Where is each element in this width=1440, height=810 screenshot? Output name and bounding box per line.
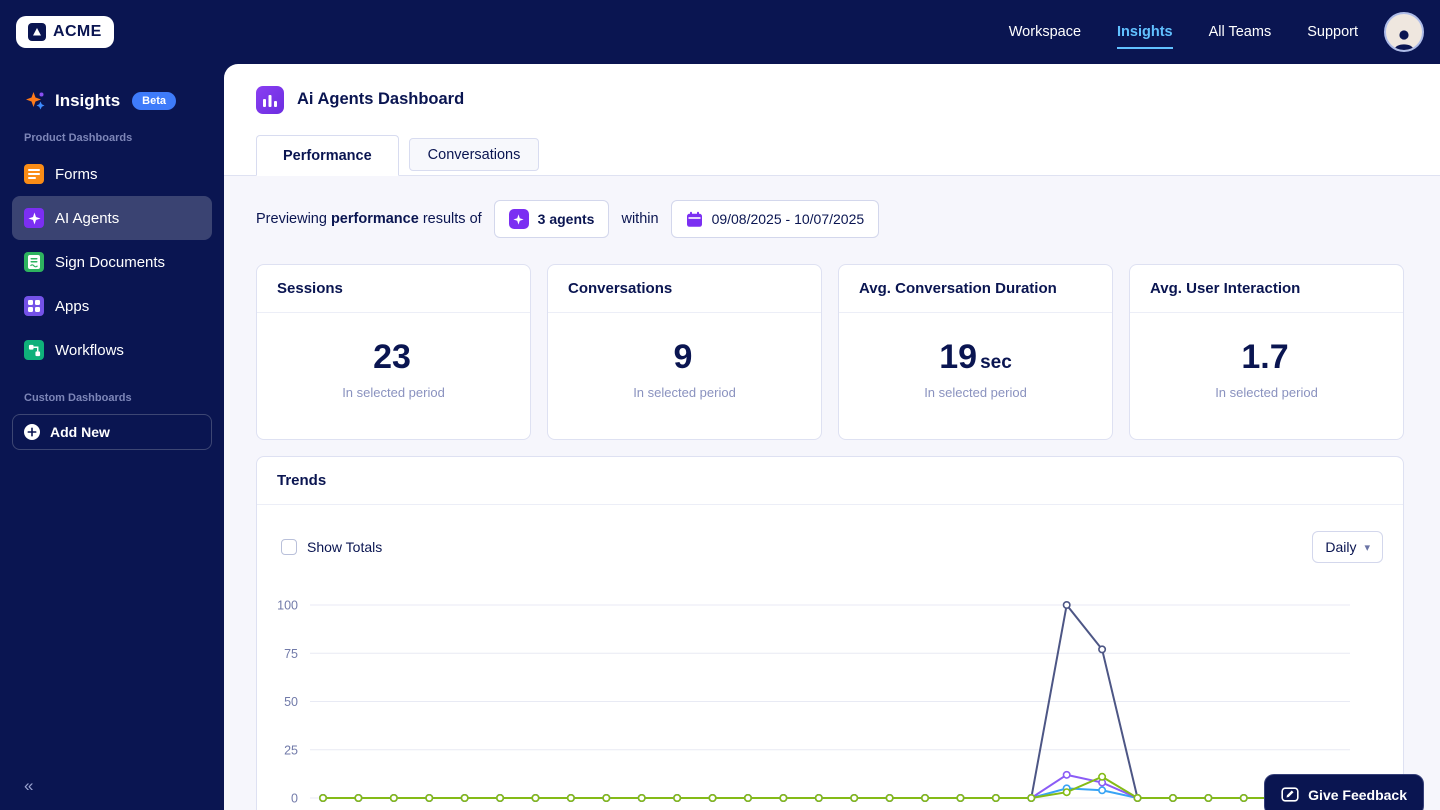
dashboard-title-row: Ai Agents Dashboard xyxy=(224,64,1440,117)
trends-chart: 0 25 50 75 100 xyxy=(277,599,1355,806)
within-label: within xyxy=(621,211,659,227)
series-purple-markers xyxy=(318,770,1355,803)
sidebar-item-ai-agents[interactable]: AI Agents xyxy=(12,196,212,240)
trends-card: Trends Show Totals Daily ▾ 0 25 50 75 100 xyxy=(256,456,1404,810)
topbar: ACME Workspace Insights All Teams Suppor… xyxy=(0,0,1440,64)
main-panel: Ai Agents Dashboard Performance Conversa… xyxy=(224,64,1440,810)
interval-label: Daily xyxy=(1325,539,1357,555)
show-totals-toggle[interactable]: Show Totals xyxy=(281,539,382,555)
ai-agents-icon xyxy=(24,208,44,228)
acme-logo[interactable]: ACME xyxy=(16,16,114,48)
insights-spark-icon xyxy=(26,92,45,110)
stat-caption: In selected period xyxy=(633,385,736,400)
show-totals-label: Show Totals xyxy=(307,539,383,555)
stat-card-conversations: Conversations 9 In selected period xyxy=(547,264,822,440)
sidebar-item-label: Apps xyxy=(55,297,90,315)
preview-text: Previewing performance results of xyxy=(256,211,482,227)
sidebar-title: Insights xyxy=(55,91,121,110)
beta-badge: Beta xyxy=(132,92,177,110)
person-icon xyxy=(1394,30,1414,50)
svg-text:100: 100 xyxy=(277,599,298,613)
trends-controls: Show Totals Daily ▾ xyxy=(257,505,1403,577)
chevron-down-icon: ▾ xyxy=(1364,541,1370,554)
brand-name: ACME xyxy=(53,23,102,40)
sign-documents-icon xyxy=(24,252,44,272)
nav-all-teams[interactable]: All Teams xyxy=(1209,24,1272,40)
sidebar: Insights Beta Product Dashboards Forms A… xyxy=(0,64,224,810)
stat-value: 1.7 xyxy=(1241,338,1289,376)
show-totals-checkbox[interactable] xyxy=(281,539,297,555)
sidebar-item-apps[interactable]: Apps xyxy=(12,284,212,328)
stat-caption: In selected period xyxy=(1215,385,1318,400)
stat-card-title: Avg. Conversation Duration xyxy=(839,265,1112,313)
stat-card-avg-user-interaction: Avg. User Interaction 1.7 In selected pe… xyxy=(1129,264,1404,440)
add-new-label: Add New xyxy=(50,424,110,440)
sidebar-item-label: Sign Documents xyxy=(55,253,166,271)
sidebar-item-workflows[interactable]: Workflows xyxy=(12,328,212,372)
svg-text:75: 75 xyxy=(284,647,298,661)
tab-conversations[interactable]: Conversations xyxy=(408,138,540,171)
sidebar-item-sign-documents[interactable]: Sign Documents xyxy=(12,240,212,284)
page-title: Ai Agents Dashboard xyxy=(297,90,465,108)
plus-icon xyxy=(24,424,40,440)
svg-text:50: 50 xyxy=(284,695,298,709)
filter-row: Previewing performance results of 3 agen… xyxy=(256,200,1404,238)
sidebar-item-label: Workflows xyxy=(55,341,124,359)
agent-sparkle-icon xyxy=(508,209,529,229)
chart-area: 0 25 50 75 100 xyxy=(257,577,1403,810)
stat-caption: In selected period xyxy=(924,385,1027,400)
custom-dashboards-label: Custom Dashboards xyxy=(24,392,132,404)
nav-workspace[interactable]: Workspace xyxy=(1009,24,1081,40)
date-range-button[interactable]: 09/08/2025 - 10/07/2025 xyxy=(670,200,880,238)
stat-caption: In selected period xyxy=(342,385,445,400)
svg-text:0: 0 xyxy=(291,792,298,806)
stat-value: 19 xyxy=(939,338,978,376)
calendar-icon xyxy=(686,211,702,227)
date-range-label: 09/08/2025 - 10/07/2025 xyxy=(711,211,865,227)
app-shell: Insights Beta Product Dashboards Forms A… xyxy=(0,64,1440,810)
series-green-line xyxy=(323,775,1350,799)
forms-icon xyxy=(24,164,44,184)
nav-support[interactable]: Support xyxy=(1307,24,1358,40)
stat-card-title: Avg. User Interaction xyxy=(1130,265,1403,313)
agents-filter-button[interactable]: 3 agents xyxy=(493,200,610,238)
feedback-icon xyxy=(1281,787,1299,802)
stat-unit: sec xyxy=(980,352,1012,373)
sidebar-header: Insights Beta xyxy=(12,90,212,112)
tabs: Performance Conversations xyxy=(224,117,1440,176)
workflows-icon xyxy=(24,340,44,360)
avatar[interactable] xyxy=(1384,12,1424,52)
stat-value: 23 xyxy=(373,338,411,376)
svg-text:25: 25 xyxy=(284,743,298,757)
interval-dropdown[interactable]: Daily ▾ xyxy=(1312,531,1383,563)
series-blue-line xyxy=(323,787,1350,799)
stat-card-avg-conversation-duration: Avg. Conversation Duration 19 sec In sele… xyxy=(838,264,1113,440)
trends-title: Trends xyxy=(257,457,1403,505)
dashboard-content: Previewing performance results of 3 agen… xyxy=(224,176,1440,810)
acme-logo-icon xyxy=(28,23,46,41)
collapse-sidebar-icon[interactable]: « xyxy=(24,776,33,796)
series-purple-line xyxy=(323,773,1350,799)
stat-card-title: Conversations xyxy=(548,265,821,313)
nav-insights[interactable]: Insights xyxy=(1117,24,1173,49)
give-feedback-label: Give Feedback xyxy=(1308,787,1407,803)
agents-filter-label: 3 agents xyxy=(537,211,595,227)
give-feedback-button[interactable]: Give Feedback xyxy=(1264,774,1424,810)
dashboard-icon xyxy=(256,85,284,114)
top-nav: Workspace Insights All Teams Support xyxy=(973,12,1424,52)
stat-card-sessions: Sessions 23 In selected period xyxy=(256,264,531,440)
y-axis-labels: 0 25 50 75 100 xyxy=(277,599,298,806)
add-new-button[interactable]: Add New xyxy=(12,414,212,450)
sidebar-item-label: AI Agents xyxy=(55,209,120,227)
stat-value: 9 xyxy=(673,338,693,376)
tab-performance[interactable]: Performance xyxy=(256,135,399,176)
sidebar-item-label: Forms xyxy=(55,165,98,183)
sidebar-item-forms[interactable]: Forms xyxy=(12,152,212,196)
chart-grid xyxy=(310,604,1350,799)
stat-card-title: Sessions xyxy=(257,265,530,313)
stats-row: Sessions 23 In selected period Conversat… xyxy=(256,264,1404,440)
product-dashboards-label: Product Dashboards xyxy=(24,132,133,144)
apps-icon xyxy=(24,296,44,316)
